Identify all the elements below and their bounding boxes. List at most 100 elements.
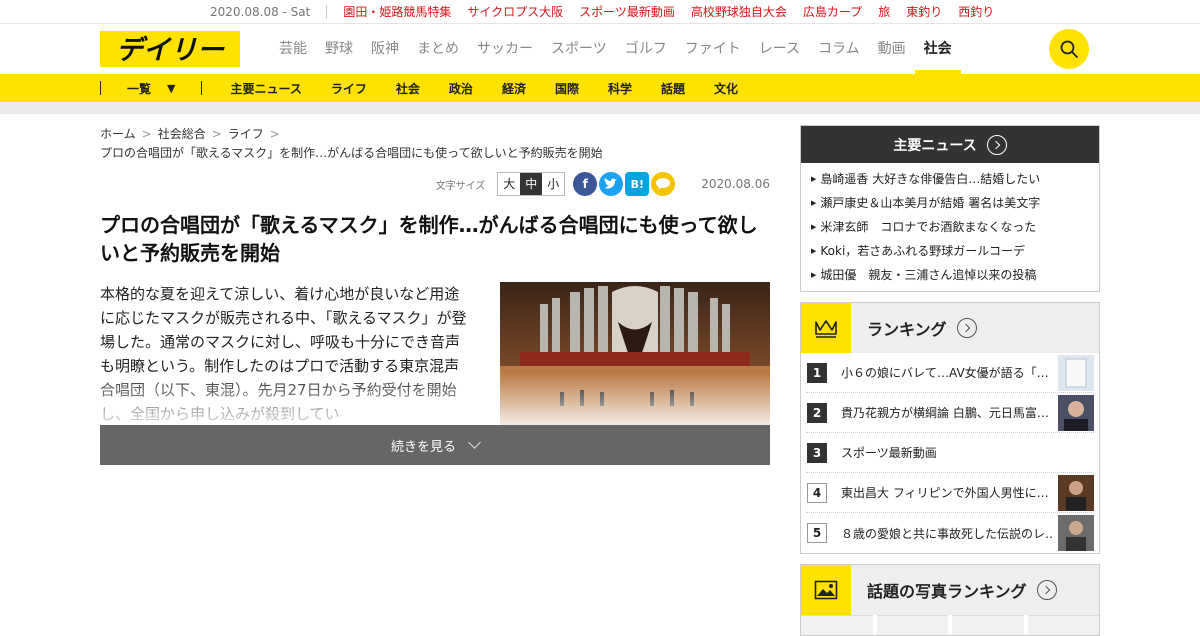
news-item[interactable]: 島崎遥香 大好きな俳優告白…結婚したい [811,167,1089,191]
ranking-item[interactable]: 1 小６の娘にバレて…AV女優が語る「… [806,353,1094,393]
ranking-item[interactable]: 2 貴乃花親方が横綱論 白鵬、元日馬富… [806,393,1094,433]
subnav-item-politics[interactable]: 政治 [449,80,473,97]
ranking-item[interactable]: 5 ８歳の愛娘と共に事故死した伝説のレ… [806,513,1094,553]
rank-title: スポーツ最新動画 [841,446,937,460]
special-link[interactable]: 西釣り [958,3,994,20]
rank-number: 2 [807,402,827,423]
nav-item-column[interactable]: コラム [809,24,869,74]
read-more-button[interactable]: 続きを見る [100,425,770,465]
chevron-right-icon: > [269,127,280,141]
category-subnav: 一覧 ▼ 主要ニュース ライフ 社会 政治 経済 国際 科学 話題 文化 [0,74,1200,102]
special-link[interactable]: サイクロプス大阪 [467,3,563,20]
special-link[interactable]: 高校野球独自大会 [691,3,787,20]
search-icon [1060,40,1078,58]
separator-band [0,102,1200,114]
breadcrumb-subcategory[interactable]: ライフ [228,127,264,141]
font-size-label: 文字サイズ [435,180,486,192]
rank-title: 小６の娘にバレて…AV女優が語る「… [841,366,1049,380]
nav-item-soccer[interactable]: サッカー [468,24,542,74]
subnav-item-topics[interactable]: 話題 [661,80,685,97]
photo-ranking-title: 話題の写真ランキング [867,582,1027,601]
chevron-right-icon: > [211,127,222,141]
ranking-list: 1 小６の娘にバレて…AV女優が語る「… 2 貴乃花親方が横綱論 白鵬、元日馬富… [801,353,1099,553]
content-fade-overlay [100,372,770,428]
subnav-item-society[interactable]: 社会 [396,80,420,97]
nav-item-sports[interactable]: スポーツ [542,24,616,74]
arrow-right-circle-icon [1036,580,1057,600]
subnav-item-main-news[interactable]: 主要ニュース [230,80,301,97]
photo-thumbnail[interactable] [876,615,948,635]
article-title: プロの合唱団が「歌えるマスク」を制作…がんばる合唱団にも使って欲しいと予約販売を… [100,213,758,265]
twitter-share-button[interactable] [599,172,624,196]
facebook-share-button[interactable]: f [573,172,598,196]
rank-number: 4 [807,482,827,503]
photo-ranking-icon-box [801,565,851,615]
breadcrumb-current: プロの合唱団が「歌えるマスク」を制作…がんばる合唱団にも使って欲しいと予約販売を… [100,146,603,160]
search-button[interactable] [1049,29,1089,69]
publish-date: 2020.08.06 [701,177,770,191]
nav-item-geino[interactable]: 芸能 [270,24,316,74]
all-label: 一覧 [127,81,152,96]
nav-item-golf[interactable]: ゴルフ [616,24,676,74]
main-news-box: 主要ニュース 島崎遥香 大好きな俳優告白…結婚したい 瀬戸康史＆山本美月が結婚 … [800,125,1100,292]
photo-ranking-thumbnails [801,615,1099,635]
book-thumbnail-image [1058,354,1094,391]
news-item[interactable]: 瀬戸康史＆山本美月が結婚 署名は美文字 [811,191,1089,215]
font-size-small-button[interactable]: 小 [542,173,564,195]
comment-button[interactable] [651,172,676,196]
rank-number: 5 [807,523,827,543]
rank-number: 1 [807,362,827,383]
ranking-header[interactable]: ランキング [801,303,1099,353]
main-news-title: 主要ニュース [893,137,977,154]
nav-item-yakyu[interactable]: 野球 [316,24,362,74]
chevron-right-icon: > [141,127,152,141]
ranking-item[interactable]: 3 スポーツ最新動画 [806,433,1094,473]
daily-logo[interactable]: デイリー [100,31,240,67]
special-link[interactable]: 園田・姫路競馬特集 [343,3,451,20]
breadcrumb-category[interactable]: 社会総合 [158,127,206,141]
special-link[interactable]: 広島カープ [803,3,862,20]
current-date: 2020.08.08 - Sat [210,4,328,19]
hatena-bookmark-button[interactable]: B! [625,172,650,196]
news-item[interactable]: 米津玄師 コロナでお酒飲まなくなった [811,215,1089,239]
share-buttons: f B! [571,172,676,196]
breadcrumb-home[interactable]: ホーム [100,127,136,141]
news-item[interactable]: 城田優 親友・三浦さん追悼以来の投稿 [811,263,1089,287]
subnav-item-economy[interactable]: 経済 [502,80,526,97]
arrow-right-circle-icon [956,318,977,338]
subnav-item-life[interactable]: ライフ [331,80,367,97]
main-news-header[interactable]: 主要ニュース [801,126,1099,163]
global-nav: 芸能 野球 阪神 まとめ サッカー スポーツ ゴルフ ファイト レース コラム … [270,24,961,74]
special-link[interactable]: 旅 [878,3,890,20]
crown-icon [815,320,837,338]
chevron-down-icon [468,436,481,449]
nav-item-race[interactable]: レース [750,24,809,74]
special-links: 園田・姫路競馬特集 サイクロプス大阪 スポーツ最新動画 高校野球独自大会 広島カ… [327,3,994,20]
category-links: 主要ニュース ライフ 社会 政治 経済 国際 科学 話題 文化 [230,80,767,97]
photo-ranking-header[interactable]: 話題の写真ランキング [801,565,1099,615]
all-categories-dropdown[interactable]: 一覧 ▼ [101,80,201,97]
nav-item-hanshin[interactable]: 阪神 [362,24,408,74]
photo-ranking-box: 話題の写真ランキング [800,564,1100,636]
top-utility-bar: 2020.08.08 - Sat 園田・姫路競馬特集 サイクロプス大阪 スポーツ… [0,0,1200,24]
subnav-item-science[interactable]: 科学 [608,80,632,97]
news-item[interactable]: Koki，若さあふれる野球ガールコーデ [811,239,1089,263]
ranking-item[interactable]: 4 東出昌大 フィリピンで外国人男性に… [806,473,1094,513]
special-link[interactable]: 東釣り [906,3,942,20]
nav-item-video[interactable]: 動画 [869,24,915,74]
nav-item-fight[interactable]: ファイト [676,24,750,74]
article-main: ホーム > 社会総合 > ライフ > プロの合唱団が「歌えるマスク」を制作…がんばる合唱団… [100,125,770,465]
photo-thumbnail[interactable] [952,615,1024,635]
font-size-medium-button[interactable]: 中 [520,173,543,195]
subnav-item-culture[interactable]: 文化 [714,80,738,97]
breadcrumb: ホーム > 社会総合 > ライフ > プロの合唱団が「歌えるマスク」を制作…がんばる合唱団… [100,125,770,163]
special-link[interactable]: スポーツ最新動画 [579,3,675,20]
ranking-box: ランキング 1 小６の娘にバレて…AV女優が語る「… 2 貴乃花親方が横綱論 白… [800,302,1100,554]
nav-item-matome[interactable]: まとめ [408,24,468,74]
font-size-large-button[interactable]: 大 [498,173,520,195]
nav-item-shakai[interactable]: 社会 [914,24,961,74]
main-news-list: 島崎遥香 大好きな俳優告白…結婚したい 瀬戸康史＆山本美月が結婚 署名は美文字 … [801,163,1099,291]
photo-thumbnail[interactable] [1027,615,1099,635]
subnav-item-international[interactable]: 国際 [555,80,579,97]
photo-thumbnail[interactable] [801,615,873,635]
